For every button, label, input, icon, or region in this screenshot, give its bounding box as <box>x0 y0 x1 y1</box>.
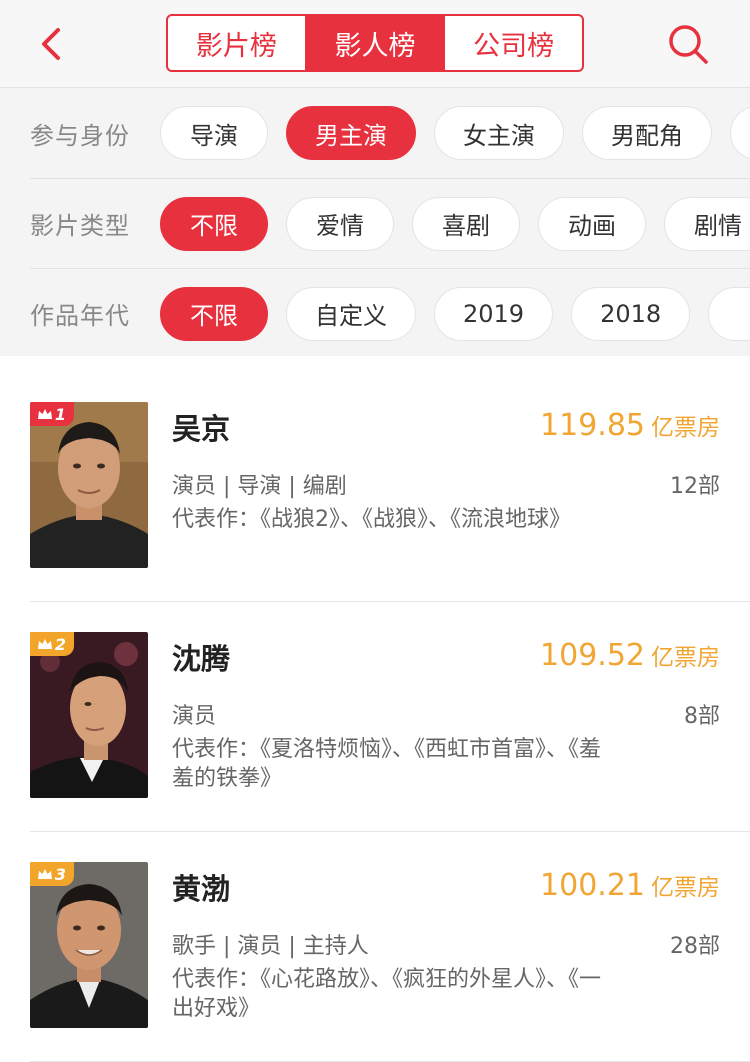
person-photo-image <box>30 632 148 798</box>
rank-number: 2 <box>54 634 67 654</box>
chip-era-any[interactable]: 不限 <box>160 286 268 341</box>
chip-genre-drama[interactable]: 剧情 <box>664 196 750 251</box>
box-office-value: 109.52 <box>540 638 645 673</box>
filter-row-genre: 影片类型 不限 爱情 喜剧 动画 剧情 <box>30 178 750 268</box>
chip-era-2019[interactable]: 2019 <box>434 286 554 341</box>
representative-works: 代表作：《心花路放》、《疯狂的外星人》、《一出好戏》 <box>172 967 602 1021</box>
box-office-unit: 亿票房 <box>651 415 720 441</box>
box-office: 119.85 亿票房 <box>540 408 720 443</box>
tab-company-ranking[interactable]: 公司榜 <box>445 16 582 70</box>
chip-era-custom[interactable]: 自定义 <box>286 286 416 341</box>
chip-genre-comedy[interactable]: 喜剧 <box>412 196 520 251</box>
rank-badge: 1 <box>30 402 74 426</box>
tab-people-ranking[interactable]: 影人榜 <box>306 16 446 70</box>
crown-icon <box>37 409 52 419</box>
chip-director[interactable]: 导演 <box>160 106 268 160</box>
filter-row-identity: 参与身份 导演 男主演 女主演 男配角 <box>30 88 750 178</box>
box-office-unit: 亿票房 <box>651 645 720 671</box>
ranking-type-tabs: 影片榜 影人榜 公司榜 <box>166 14 584 72</box>
chip-genre-romance[interactable]: 爱情 <box>286 196 394 251</box>
box-office-value: 100.21 <box>540 868 645 903</box>
chevron-left-icon <box>42 28 60 60</box>
person-name[interactable]: 沈腾 <box>172 636 230 678</box>
chip-male-lead[interactable]: 男主演 <box>286 106 416 160</box>
search-button[interactable] <box>664 20 712 68</box>
top-nav-bar: 影片榜 影人榜 公司榜 <box>0 0 750 88</box>
box-office-unit: 亿票房 <box>651 875 720 901</box>
filter-label-era: 作品年代 <box>30 302 130 330</box>
chip-era-partial[interactable]: 2 <box>708 286 750 341</box>
rank-number: 1 <box>54 404 67 424</box>
person-photo-image <box>30 862 148 1028</box>
film-count: 28部 <box>670 934 720 959</box>
chip-genre-animation[interactable]: 动画 <box>538 196 646 251</box>
film-count: 12部 <box>670 474 720 499</box>
person-name[interactable]: 吴京 <box>172 406 230 448</box>
chip-genre-any[interactable]: 不限 <box>160 196 268 251</box>
person-roles: 演员 | 导演 | 编剧 <box>172 474 347 499</box>
avatar[interactable]: 3 <box>30 862 148 1028</box>
box-office-value: 119.85 <box>540 408 645 443</box>
crown-icon <box>37 869 52 879</box>
avatar[interactable]: 2 <box>30 632 148 798</box>
representative-works: 代表作：《战狼2》、《战狼》、《流浪地球》 <box>172 507 571 532</box>
rank-badge: 2 <box>30 632 74 656</box>
film-count: 8部 <box>684 704 720 729</box>
chip-male-supporting[interactable]: 男配角 <box>582 106 712 160</box>
person-name[interactable]: 黄渤 <box>172 866 230 908</box>
list-item[interactable]: 2 沈腾 109.52 亿票房 演员 8部 代表作：《夏洛特烦恼》、《西虹市首富… <box>30 602 750 832</box>
person-photo-image <box>30 402 148 568</box>
filter-label-genre: 影片类型 <box>30 212 130 240</box>
rank-badge: 3 <box>30 862 74 886</box>
avatar[interactable]: 1 <box>30 402 148 568</box>
list-item[interactable]: 3 黄渤 100.21 亿票房 歌手 | 演员 | 主持人 28部 代表作：《心… <box>30 832 750 1062</box>
chip-more-identity[interactable] <box>730 106 750 160</box>
box-office: 109.52 亿票房 <box>540 638 720 673</box>
people-ranking-list: 1 吴京 119.85 亿票房 演员 | 导演 | 编剧 12部 代表作：《战狼… <box>0 372 750 1062</box>
person-roles: 演员 <box>172 704 217 729</box>
filter-row-era: 作品年代 不限 自定义 2019 2018 2 <box>30 268 750 358</box>
box-office: 100.21 亿票房 <box>540 868 720 903</box>
back-button[interactable] <box>30 22 74 66</box>
chip-era-2018[interactable]: 2018 <box>571 286 691 341</box>
rank-number: 3 <box>54 864 67 884</box>
person-roles: 歌手 | 演员 | 主持人 <box>172 934 369 959</box>
representative-works: 代表作：《夏洛特烦恼》、《西虹市首富》、《羞羞的铁拳》 <box>172 737 602 791</box>
list-item[interactable]: 1 吴京 119.85 亿票房 演员 | 导演 | 编剧 12部 代表作：《战狼… <box>30 372 750 602</box>
filter-panel: 参与身份 导演 男主演 女主演 男配角 影片类型 不限 爱情 喜剧 动画 剧情 … <box>0 88 750 356</box>
search-icon <box>669 25 708 64</box>
crown-icon <box>37 639 52 649</box>
filter-label-identity: 参与身份 <box>30 121 130 150</box>
tab-film-ranking[interactable]: 影片榜 <box>168 16 307 70</box>
chip-female-lead[interactable]: 女主演 <box>434 106 564 160</box>
